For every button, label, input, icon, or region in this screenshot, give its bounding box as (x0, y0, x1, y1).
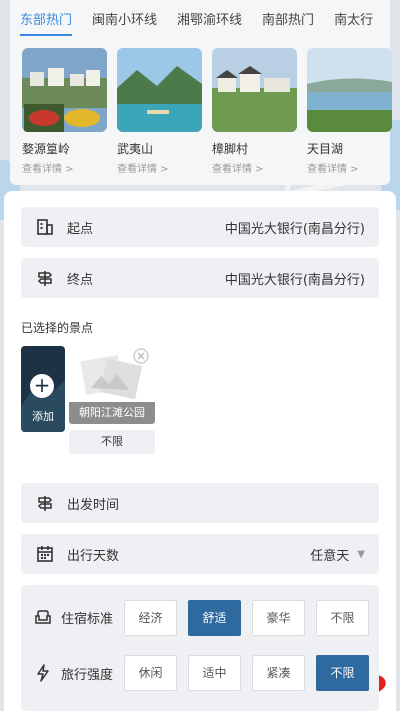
end-point-row[interactable]: 终点 中国光大银行(南昌分行) (21, 258, 379, 298)
spot-duration-button[interactable]: 不限 (69, 430, 155, 454)
destination-card[interactable]: 樟脚村 查看详情 > (212, 48, 297, 175)
option-leisure[interactable]: 休闲 (124, 655, 177, 691)
intensity-label: 旅行强度 (61, 667, 114, 683)
departure-time-row[interactable]: 出发时间 (21, 483, 379, 523)
sofa-icon (33, 607, 53, 627)
intensity-options: 休闲 适中 紧凑 不限 (124, 655, 369, 691)
signpost-icon (35, 493, 55, 513)
intensity-row: 旅行强度 (33, 663, 113, 683)
travel-days-value: 任意天 (310, 548, 350, 564)
option-compact[interactable]: 紧凑 (252, 655, 305, 691)
destination-name: 武夷山 (117, 142, 154, 156)
accommodation-options: 经济 舒适 豪华 不限 (124, 600, 369, 636)
plus-icon: + (30, 374, 54, 398)
option-any[interactable]: 不限 (316, 600, 369, 636)
tab-xiang-e-yu-loop[interactable]: 湘鄂渝环线 (177, 9, 242, 28)
destination-photo (22, 48, 107, 132)
route-tabs: 东部热门 闽南小环线 湘鄂渝环线 南部热门 南太行 (10, 0, 390, 36)
option-economy[interactable]: 经济 (124, 600, 177, 636)
destination-name: 天目湖 (307, 142, 344, 156)
start-label: 起点 (67, 221, 94, 237)
accommodation-row: 住宿标准 (33, 607, 113, 627)
option-any-intensity[interactable]: 不限 (316, 655, 369, 691)
spot-name: 朝阳江滩公园 (69, 402, 155, 424)
details-link[interactable]: 查看详情 > (117, 160, 202, 175)
trip-settings-sheet: 起点 中国光大银行(南昌分行) 终点 中国光大银行(南昌分行) 已选择的景点 +… (4, 191, 396, 711)
start-point-row[interactable]: 起点 中国光大银行(南昌分行) (21, 207, 379, 247)
tab-minnan-loop[interactable]: 闽南小环线 (92, 9, 157, 28)
travel-days-row[interactable]: 出行天数 任意天 ▼ (21, 534, 379, 574)
travel-days-label: 出行天数 (67, 548, 120, 564)
accommodation-label: 住宿标准 (61, 611, 114, 627)
departure-label: 出发时间 (67, 497, 120, 513)
add-spot-label: 添加 (32, 410, 54, 423)
option-comfort[interactable]: 舒适 (188, 600, 241, 636)
image-placeholder-icon (69, 346, 155, 402)
end-label: 终点 (67, 272, 94, 288)
add-spot-button[interactable]: + 添加 (21, 346, 65, 432)
dropdown-caret-icon: ▼ (357, 548, 365, 560)
destination-photo (212, 48, 297, 132)
tab-south-hot[interactable]: 南部热门 (262, 9, 314, 28)
details-link[interactable]: 查看详情 > (307, 160, 392, 175)
destination-card[interactable]: 天目湖 查看详情 > (307, 48, 392, 175)
destination-photo (117, 48, 202, 132)
option-luxury[interactable]: 豪华 (252, 600, 305, 636)
details-link[interactable]: 查看详情 > (212, 160, 297, 175)
tab-nan-taihang[interactable]: 南太行 (334, 9, 373, 28)
destination-cards: 婺源篁岭 查看详情 > 武夷山 查看详情 > 樟脚村 查看详情 > 天目湖 查看… (10, 36, 392, 175)
destination-photo (307, 48, 392, 132)
option-moderate[interactable]: 适中 (188, 655, 241, 691)
signpost-icon (35, 268, 55, 288)
lightning-icon (33, 663, 53, 683)
tab-east-hot[interactable]: 东部热门 (20, 9, 73, 36)
destination-name: 婺源篁岭 (22, 142, 71, 156)
selected-spots-title: 已选择的景点 (21, 321, 94, 335)
selected-spot-item[interactable]: 朝阳江滩公园 不限 (69, 346, 155, 454)
end-value: 中国光大银行(南昌分行) (224, 272, 365, 288)
destination-card[interactable]: 婺源篁岭 查看详情 > (22, 48, 107, 175)
route-suggestions-panel: 东部热门 闽南小环线 湘鄂渝环线 南部热门 南太行 婺源篁岭 查看详情 > 武夷… (10, 0, 392, 185)
destination-card[interactable]: 武夷山 查看详情 > (117, 48, 202, 175)
start-value: 中国光大银行(南昌分行) (224, 221, 365, 237)
preferences-panel: 住宿标准 经济 舒适 豪华 不限 旅行强度 休闲 适中 紧凑 不限 (21, 585, 379, 711)
trip-planner-page: 东部热门 闽南小环线 湘鄂渝环线 南部热门 南太行 婺源篁岭 查看详情 > 武夷… (0, 0, 400, 711)
details-link[interactable]: 查看详情 > (22, 160, 107, 175)
destination-name: 樟脚村 (212, 142, 249, 156)
calendar-icon (35, 544, 55, 564)
building-icon (35, 217, 55, 237)
